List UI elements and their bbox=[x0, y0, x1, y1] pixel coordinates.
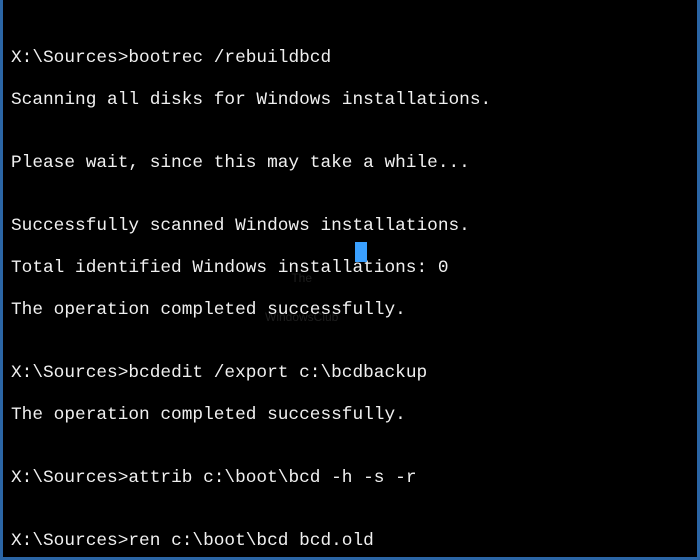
output-line: Please wait, since this may take a while… bbox=[11, 153, 689, 174]
prompt: X:\Sources> bbox=[11, 363, 128, 383]
command-text: attrib c:\boot\bcd -h -s -r bbox=[128, 468, 416, 488]
prompt: X:\Sources> bbox=[11, 48, 128, 68]
command-line: X:\Sources>bootrec /rebuildbcd bbox=[11, 48, 689, 69]
command-text: ren c:\boot\bcd bcd.old bbox=[128, 531, 373, 551]
command-line: X:\Sources>attrib c:\boot\bcd -h -s -r bbox=[11, 468, 689, 489]
output-line: The operation completed successfully. bbox=[11, 300, 689, 321]
output-line: The operation completed successfully. bbox=[11, 405, 689, 426]
output-line: Successfully scanned Windows installatio… bbox=[11, 216, 689, 237]
output-line: Total identified Windows installations: … bbox=[11, 258, 689, 279]
command-text: bcdedit /export c:\bcdbackup bbox=[128, 363, 427, 383]
command-text: bootrec /rebuildbcd bbox=[128, 48, 331, 68]
prompt: X:\Sources> bbox=[11, 531, 128, 551]
output-line: Scanning all disks for Windows installat… bbox=[11, 90, 689, 111]
prompt: X:\Sources> bbox=[11, 468, 128, 488]
command-line: X:\Sources>bcdedit /export c:\bcdbackup bbox=[11, 363, 689, 384]
terminal-window[interactable]: X:\Sources>bootrec /rebuildbcd Scanning … bbox=[0, 0, 700, 560]
command-line: X:\Sources>ren c:\boot\bcd bcd.old bbox=[11, 531, 689, 552]
